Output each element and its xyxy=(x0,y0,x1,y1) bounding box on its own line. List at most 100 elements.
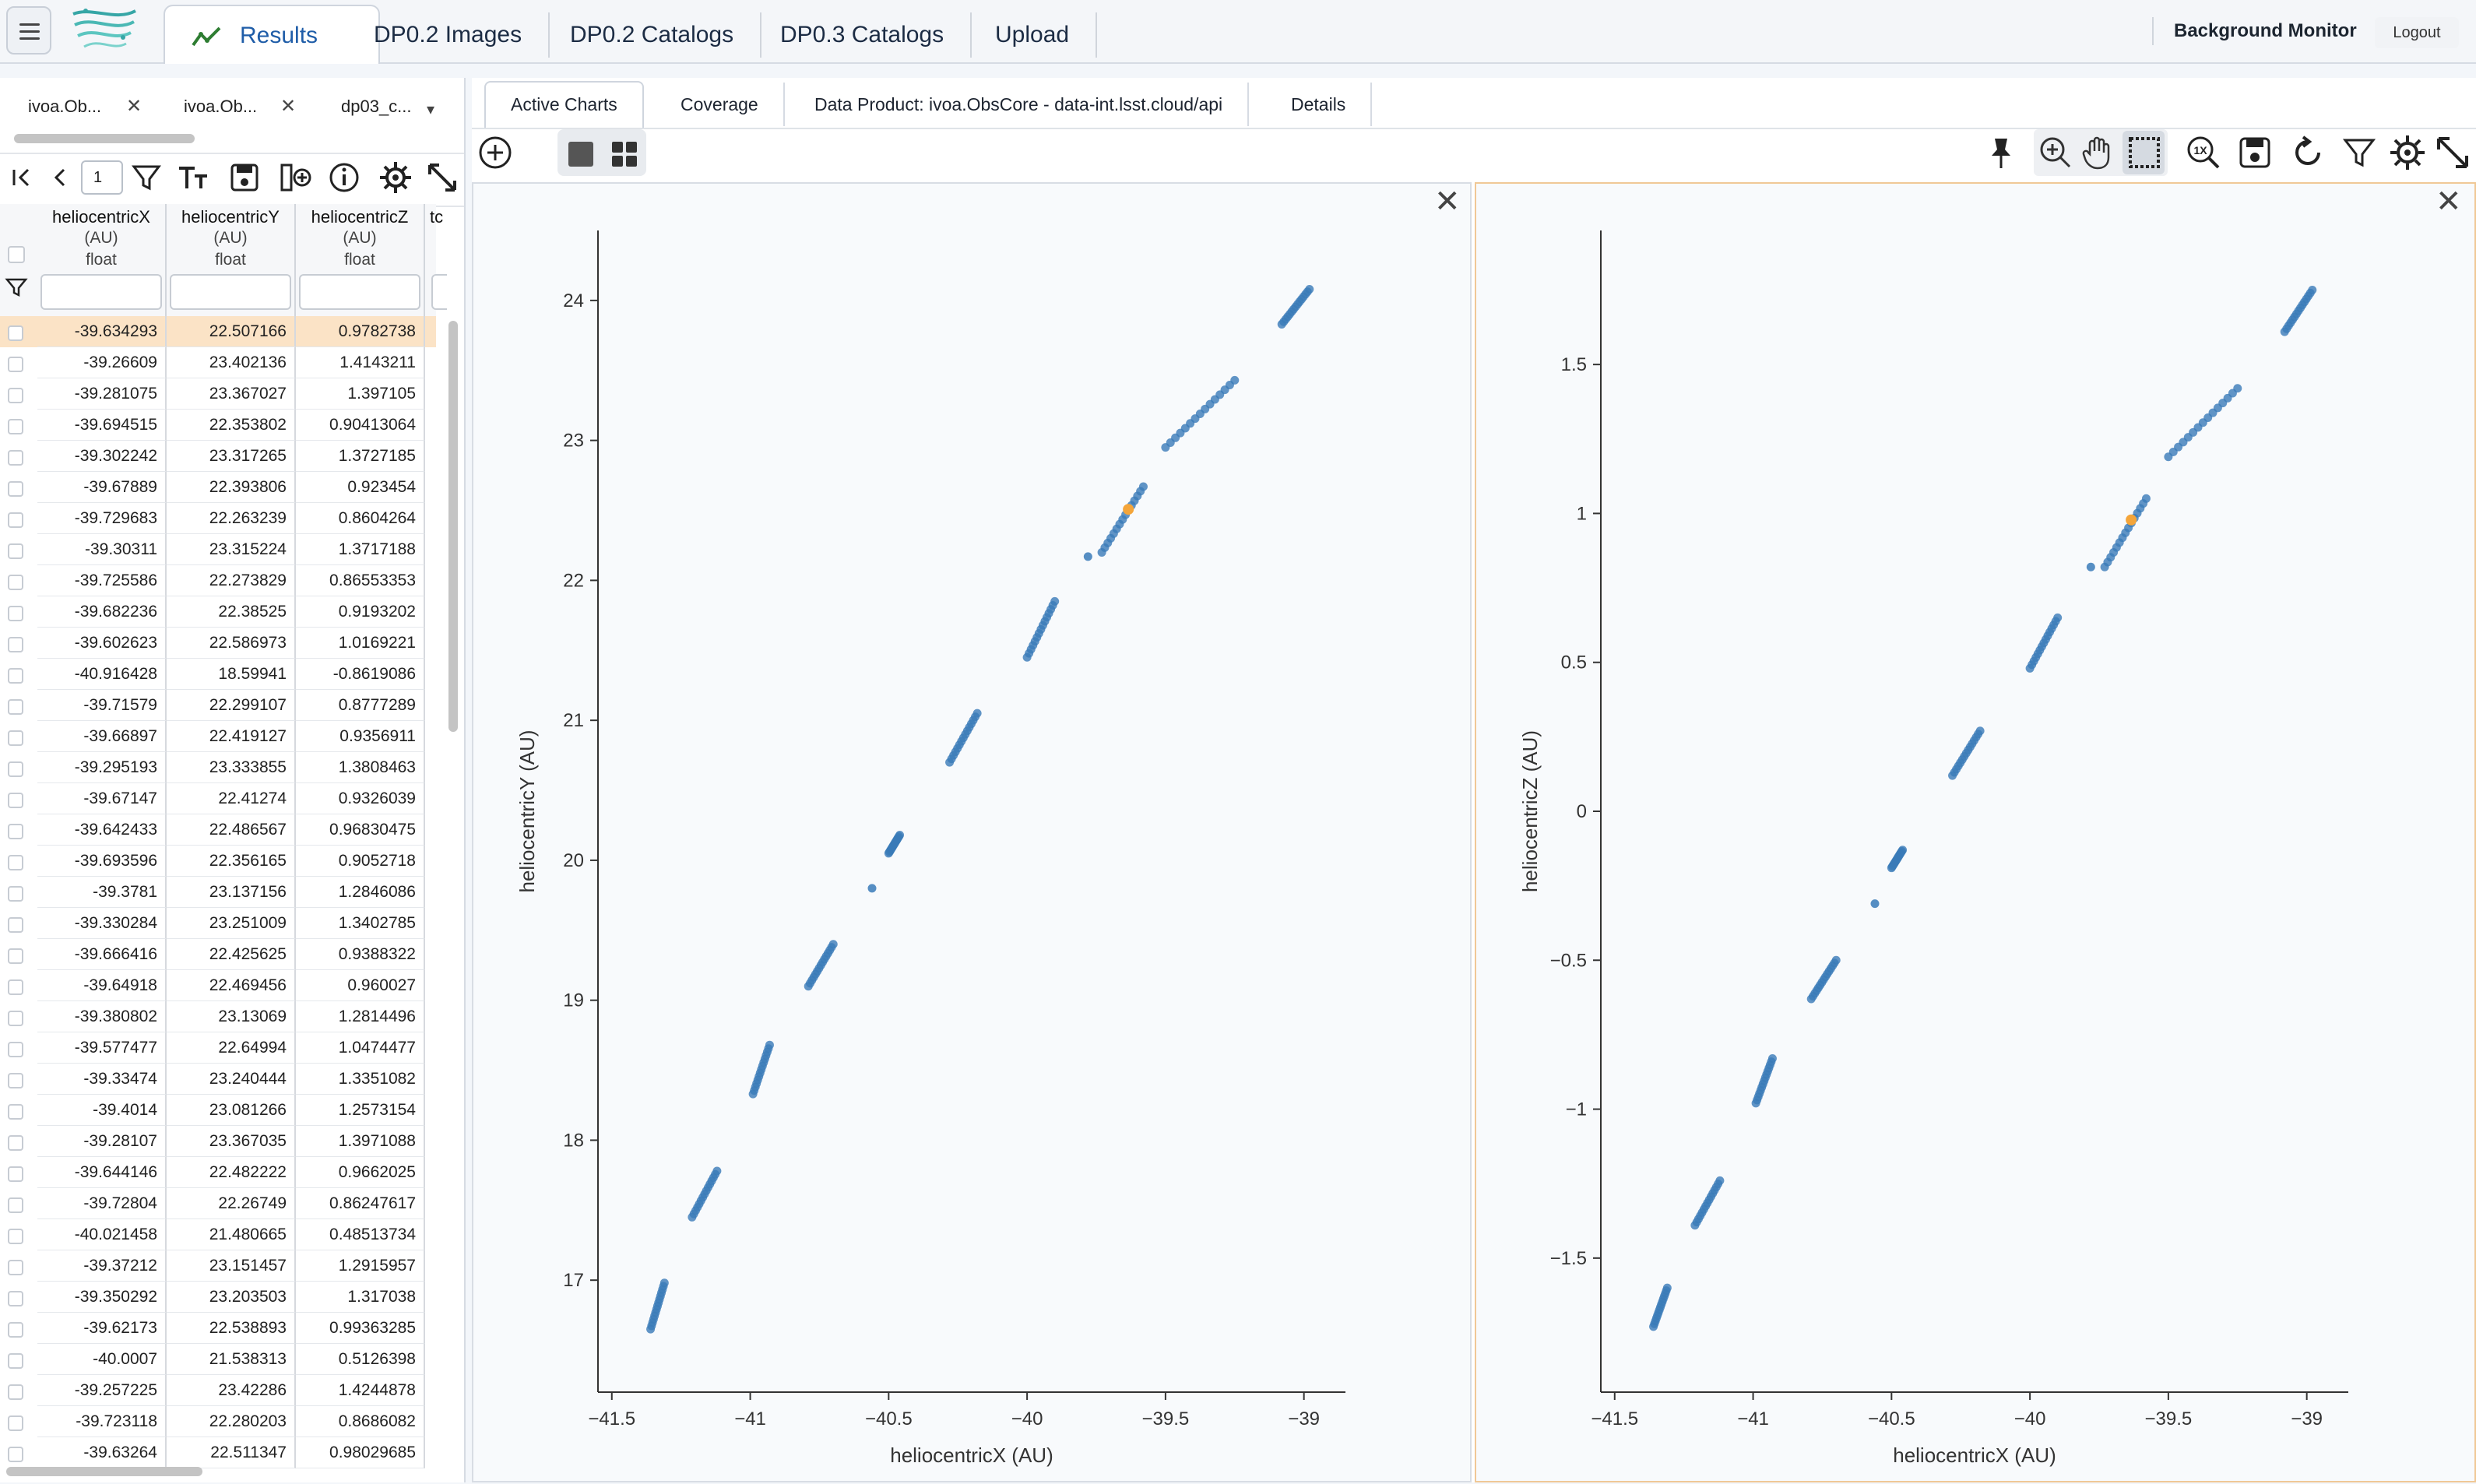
row-checkbox[interactable] xyxy=(8,1291,23,1306)
table-row[interactable]: -39.723118 22.280203 0.8686082 xyxy=(0,1406,436,1437)
add-chart-icon[interactable] xyxy=(475,132,515,173)
column-filter-input[interactable] xyxy=(431,274,447,310)
row-checkbox[interactable] xyxy=(8,824,23,839)
add-column-icon[interactable] xyxy=(277,159,315,196)
table-row[interactable]: -39.642433 22.486567 0.96830475 xyxy=(0,814,436,846)
table-row[interactable]: -39.257225 23.42286 1.4244878 xyxy=(0,1375,436,1406)
table-row[interactable]: -39.634293 22.507166 0.9782738 xyxy=(0,316,436,347)
row-checkbox[interactable] xyxy=(8,512,23,528)
scatter-chart-heliocentric-xz[interactable]: −41.5 −41 −40.5 −40 −39.5 −39 −1.5 −1 −0.5 0 0.5 1 1… xyxy=(1476,184,2476,1484)
row-checkbox[interactable] xyxy=(8,948,23,964)
close-icon[interactable]: ✕ xyxy=(2436,184,2462,220)
table-row[interactable]: -39.577477 22.64994 1.0474477 xyxy=(0,1032,436,1064)
table-row[interactable]: -39.330284 23.251009 1.3402785 xyxy=(0,908,436,939)
box-select-icon[interactable] xyxy=(2124,132,2165,173)
row-checkbox[interactable] xyxy=(8,793,23,808)
table-row[interactable]: -40.021458 21.480665 0.48513734 xyxy=(0,1219,436,1250)
row-checkbox[interactable] xyxy=(8,1384,23,1400)
table-row[interactable]: -39.67147 22.41274 0.9326039 xyxy=(0,783,436,814)
table-row[interactable]: -39.3781 23.137156 1.2846086 xyxy=(0,877,436,908)
filter-icon[interactable] xyxy=(128,159,165,196)
table-row[interactable]: -39.729683 22.263239 0.8604264 xyxy=(0,503,436,534)
expand-icon[interactable] xyxy=(424,159,461,196)
column-filter-input[interactable] xyxy=(299,274,420,310)
tab-dp03-catalogs[interactable]: DP0.3 Catalogs xyxy=(754,12,972,58)
table-row[interactable]: -39.602623 22.586973 1.0169221 xyxy=(0,628,436,659)
scatter-chart-heliocentric-xy[interactable]: −41.5 −41 −40.5 −40 −39.5 −39 17 18 19 20 21 22 23 24… xyxy=(473,184,1473,1484)
table-row[interactable]: -39.37212 23.151457 1.2915957 xyxy=(0,1250,436,1282)
zoom-1x-icon[interactable]: 1X xyxy=(2183,132,2224,173)
filter-icon[interactable] xyxy=(2339,132,2379,173)
background-monitor-button[interactable]: Background Monitor xyxy=(2152,17,2357,45)
row-checkbox[interactable] xyxy=(8,761,23,777)
hamburger-menu-button[interactable] xyxy=(6,6,51,55)
table-row[interactable]: -39.725586 22.273829 0.86553353 xyxy=(0,565,436,596)
table-vertical-scrollbar[interactable] xyxy=(448,321,458,732)
table-row[interactable]: -39.66897 22.419127 0.9356911 xyxy=(0,721,436,752)
tab-data-product[interactable]: Data Product: ivoa.ObsCore - data-int.ls… xyxy=(790,83,1250,126)
row-checkbox[interactable] xyxy=(8,575,23,590)
restore-icon[interactable] xyxy=(2288,132,2328,173)
table-row[interactable]: -39.682236 22.38525 0.9193202 xyxy=(0,596,436,628)
row-checkbox[interactable] xyxy=(8,855,23,870)
table-row[interactable]: -39.28107 23.367035 1.3971088 xyxy=(0,1126,436,1157)
text-view-icon[interactable] xyxy=(176,159,213,196)
save-icon[interactable] xyxy=(226,159,263,196)
row-checkbox[interactable] xyxy=(8,637,23,652)
table-row[interactable]: -39.380802 23.13069 1.2814496 xyxy=(0,1001,436,1032)
table-row[interactable]: -39.694515 22.353802 0.90413064 xyxy=(0,410,436,441)
table-row[interactable]: -39.67889 22.393806 0.923454 xyxy=(0,472,436,503)
column-filter-input[interactable] xyxy=(40,274,162,310)
row-checkbox[interactable] xyxy=(8,668,23,684)
row-checkbox[interactable] xyxy=(8,1166,23,1182)
close-icon[interactable]: ✕ xyxy=(126,87,142,126)
row-checkbox[interactable] xyxy=(8,1353,23,1369)
result-tab-1[interactable]: ivoa.Ob... ✕ xyxy=(0,87,156,126)
row-checkbox[interactable] xyxy=(8,1415,23,1431)
close-icon[interactable]: ✕ xyxy=(1434,184,1461,220)
table-horizontal-scrollbar[interactable] xyxy=(6,1467,202,1476)
chevron-down-icon[interactable]: ▾ xyxy=(427,90,434,129)
row-checkbox[interactable] xyxy=(8,917,23,933)
table-row[interactable]: -39.666416 22.425625 0.9388322 xyxy=(0,939,436,970)
row-checkbox[interactable] xyxy=(8,1447,23,1462)
pin-icon[interactable] xyxy=(1981,132,2021,173)
row-checkbox[interactable] xyxy=(8,1104,23,1120)
row-checkbox[interactable] xyxy=(8,1197,23,1213)
row-checkbox[interactable] xyxy=(8,1260,23,1275)
tab-details[interactable]: Details xyxy=(1266,83,1373,126)
zoom-icon[interactable] xyxy=(2035,132,2076,173)
tab-dp02-catalogs[interactable]: DP0.2 Catalogs xyxy=(543,12,762,58)
table-row[interactable]: -39.302242 23.317265 1.3727185 xyxy=(0,441,436,472)
row-checkbox[interactable] xyxy=(8,979,23,995)
table-row[interactable]: -39.350292 23.203503 1.317038 xyxy=(0,1282,436,1313)
row-checkbox[interactable] xyxy=(8,699,23,715)
save-icon[interactable] xyxy=(2235,132,2275,173)
row-checkbox[interactable] xyxy=(8,1011,23,1026)
table-row[interactable]: -40.916428 18.59941 -0.8619086 xyxy=(0,659,436,690)
row-checkbox[interactable] xyxy=(8,325,23,341)
row-checkbox[interactable] xyxy=(8,606,23,621)
row-checkbox[interactable] xyxy=(8,1073,23,1088)
table-row[interactable]: -39.295193 23.333855 1.3808463 xyxy=(0,752,436,783)
tab-active-charts[interactable]: Active Charts xyxy=(484,81,644,128)
tabs-scrollbar[interactable] xyxy=(14,134,195,143)
gear-icon[interactable] xyxy=(2387,132,2428,173)
row-checkbox[interactable] xyxy=(8,1229,23,1244)
row-checkbox[interactable] xyxy=(8,1042,23,1057)
column-header-heliocentricY[interactable]: heliocentricY (AU) float xyxy=(167,204,296,316)
logout-button[interactable]: Logout xyxy=(2375,17,2459,48)
tab-coverage[interactable]: Coverage xyxy=(656,83,785,126)
row-checkbox[interactable] xyxy=(8,543,23,559)
page-number-input[interactable]: 1 xyxy=(81,160,123,195)
table-row[interactable]: -39.62173 22.538893 0.99363285 xyxy=(0,1313,436,1344)
row-checkbox[interactable] xyxy=(8,1322,23,1338)
row-checkbox[interactable] xyxy=(8,450,23,466)
result-tab-2[interactable]: ivoa.Ob... ✕ xyxy=(156,87,311,126)
first-page-icon[interactable] xyxy=(3,159,40,196)
table-row[interactable]: -39.4014 23.081266 1.2573154 xyxy=(0,1095,436,1126)
grid-view-icon[interactable] xyxy=(604,134,645,174)
single-view-icon[interactable] xyxy=(561,134,601,174)
info-icon[interactable] xyxy=(325,159,363,196)
tab-dp02-images[interactable]: DP0.2 Images xyxy=(347,12,550,58)
